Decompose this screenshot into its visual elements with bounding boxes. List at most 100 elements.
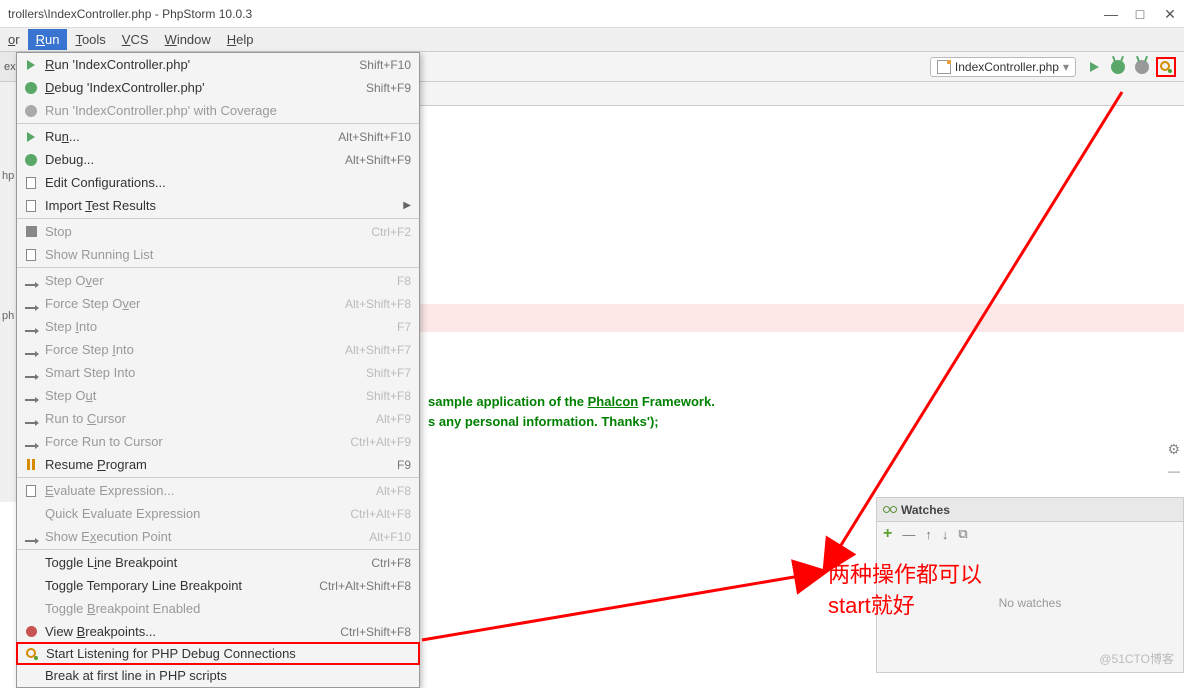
- menu-separator: [17, 549, 419, 550]
- step-icon: [21, 368, 41, 378]
- submenu-arrow-icon: ▶: [403, 200, 411, 211]
- play-icon: [21, 132, 41, 142]
- menu-vcs[interactable]: VCS: [114, 29, 157, 50]
- menu-shortcut: Ctrl+F8: [371, 556, 411, 570]
- listen-debug-button[interactable]: [1156, 57, 1176, 77]
- menu-item-label: View Breakpoints...: [41, 624, 340, 639]
- menu-item-label: Resume Program: [41, 457, 397, 472]
- menu-item-label: Run 'IndexController.php' with Coverage: [41, 103, 411, 118]
- menu-item-run-indexcontroller-php-with-coverage: Run 'IndexController.php' with Coverage: [17, 99, 419, 122]
- menu-item-label: Break at first line in PHP scripts: [41, 668, 411, 683]
- watches-tab[interactable]: Watches: [877, 498, 1183, 522]
- menu-separator: [17, 267, 419, 268]
- menu-item-import-test-results[interactable]: Import Test Results▶: [17, 194, 419, 217]
- bug-gray-icon: [21, 105, 41, 117]
- menu-shortcut: Shift+F9: [366, 81, 411, 95]
- maximize-icon[interactable]: □: [1134, 8, 1146, 20]
- code-line-1: sample application of the Phalcon Framew…: [428, 394, 715, 409]
- menu-shortcut: Shift+F7: [366, 366, 411, 380]
- menu-shortcut: Alt+Shift+F8: [345, 297, 411, 311]
- listen-icon: [22, 648, 42, 660]
- debug-button[interactable]: [1108, 57, 1128, 77]
- menu-item-label: Run to Cursor: [41, 411, 376, 426]
- editor-body[interactable]: sample application of the Phalcon Framew…: [420, 106, 1184, 502]
- step-icon: [21, 322, 41, 332]
- menu-item-label: Show Running List: [41, 247, 411, 262]
- menu-item-label: Run...: [41, 129, 338, 144]
- menu-item-view-breakpoints[interactable]: View Breakpoints...Ctrl+Shift+F8: [17, 620, 419, 643]
- menu-or[interactable]: or: [0, 29, 28, 50]
- menu-item-quick-evaluate-expression: Quick Evaluate ExpressionCtrl+Alt+F8: [17, 502, 419, 525]
- step-icon: [21, 345, 41, 355]
- menu-item-force-step-into: Force Step IntoAlt+Shift+F7: [17, 338, 419, 361]
- menu-item-edit-configurations[interactable]: Edit Configurations...: [17, 171, 419, 194]
- menu-item-evaluate-expression: Evaluate Expression...Alt+F8: [17, 479, 419, 502]
- run-button[interactable]: [1084, 57, 1104, 77]
- menu-item-toggle-line-breakpoint[interactable]: Toggle Line BreakpointCtrl+F8: [17, 551, 419, 574]
- menu-item-toggle-temporary-line-breakpoint[interactable]: Toggle Temporary Line BreakpointCtrl+Alt…: [17, 574, 419, 597]
- menu-item-label: Start Listening for PHP Debug Connection…: [42, 646, 410, 661]
- menu-separator: [17, 218, 419, 219]
- menu-item-debug[interactable]: Debug...Alt+Shift+F9: [17, 148, 419, 171]
- code-line-2: s any personal information. Thanks');: [428, 414, 659, 429]
- editor-area: sample application of the Phalcon Framew…: [420, 82, 1184, 502]
- chevron-down-icon: ▾: [1063, 60, 1069, 74]
- menu-item-label: Step Over: [41, 273, 397, 288]
- menu-item-smart-step-into: Smart Step IntoShift+F7: [17, 361, 419, 384]
- menu-item-resume-program[interactable]: Resume ProgramF9: [17, 453, 419, 476]
- menu-item-label: Toggle Temporary Line Breakpoint: [41, 578, 319, 593]
- menu-item-label: Toggle Breakpoint Enabled: [41, 601, 411, 616]
- gear-icon[interactable]: ⚙: [1167, 441, 1180, 458]
- remove-watch-button[interactable]: —: [902, 527, 915, 542]
- menu-item-label: Show Execution Point: [41, 529, 369, 544]
- menu-item-label: Evaluate Expression...: [41, 483, 376, 498]
- menu-tools[interactable]: Tools: [67, 29, 113, 50]
- menu-shortcut: Shift+F10: [359, 58, 411, 72]
- watches-toolbar: + — ↑ ↓ ⧉: [877, 522, 1183, 546]
- menu-shortcut: Alt+F8: [376, 484, 411, 498]
- run-config-label: IndexController.php: [955, 60, 1059, 74]
- breakpoint-icon: [21, 626, 41, 637]
- menu-item-run-to-cursor: Run to CursorAlt+F9: [17, 407, 419, 430]
- menu-window[interactable]: Window: [157, 29, 219, 50]
- move-up-button[interactable]: ↑: [925, 527, 932, 542]
- menu-item-start-listening-for-php-debug-connections[interactable]: Start Listening for PHP Debug Connection…: [16, 642, 420, 665]
- step-icon: [21, 532, 41, 542]
- menu-shortcut: Alt+Shift+F9: [345, 153, 411, 167]
- menu-item-label: Toggle Line Breakpoint: [41, 555, 371, 570]
- rail-label-1[interactable]: hp: [2, 170, 14, 182]
- run-config-dropdown[interactable]: IndexController.php ▾: [930, 57, 1076, 77]
- stop-icon: [21, 226, 41, 237]
- close-icon[interactable]: ✕: [1164, 8, 1176, 20]
- menu-shortcut: F7: [397, 320, 411, 334]
- rail-label-2[interactable]: ph: [2, 310, 14, 322]
- menu-item-label: Step Out: [41, 388, 366, 403]
- add-watch-button[interactable]: +: [883, 525, 892, 543]
- menu-item-label: Stop: [41, 224, 371, 239]
- menu-item-step-out: Step OutShift+F8: [17, 384, 419, 407]
- menu-shortcut: Alt+Shift+F7: [345, 343, 411, 357]
- menu-item-force-run-to-cursor: Force Run to CursorCtrl+Alt+F9: [17, 430, 419, 453]
- step-icon: [21, 437, 41, 447]
- menu-item-label: Smart Step Into: [41, 365, 366, 380]
- watches-icon: [883, 506, 897, 514]
- menu-item-label: Run 'IndexController.php': [41, 57, 359, 72]
- bug-icon: [21, 154, 41, 166]
- menu-help[interactable]: Help: [219, 29, 262, 50]
- move-down-button[interactable]: ↓: [942, 527, 949, 542]
- run-menu-dropdown: Run 'IndexController.php'Shift+F10Debug …: [16, 52, 420, 688]
- copy-button[interactable]: ⧉: [958, 526, 967, 542]
- document-icon: [21, 485, 41, 497]
- menu-item-toggle-breakpoint-enabled: Toggle Breakpoint Enabled: [17, 597, 419, 620]
- coverage-button[interactable]: [1132, 57, 1152, 77]
- panel-minimize-icon[interactable]: —: [1168, 464, 1180, 478]
- minimize-icon[interactable]: —: [1104, 8, 1116, 20]
- menu-shortcut: Alt+F9: [376, 412, 411, 426]
- menu-item-debug-indexcontroller-php[interactable]: Debug 'IndexController.php'Shift+F9: [17, 76, 419, 99]
- menu-shortcut: Ctrl+Alt+Shift+F8: [319, 579, 411, 593]
- menu-item-run[interactable]: Run...Alt+Shift+F10: [17, 125, 419, 148]
- menu-item-break-at-first-line-in-php-scripts[interactable]: Break at first line in PHP scripts: [17, 664, 419, 687]
- menu-item-run-indexcontroller-php[interactable]: Run 'IndexController.php'Shift+F10: [17, 53, 419, 76]
- menu-item-force-step-over: Force Step OverAlt+Shift+F8: [17, 292, 419, 315]
- menu-run[interactable]: Run: [28, 29, 68, 50]
